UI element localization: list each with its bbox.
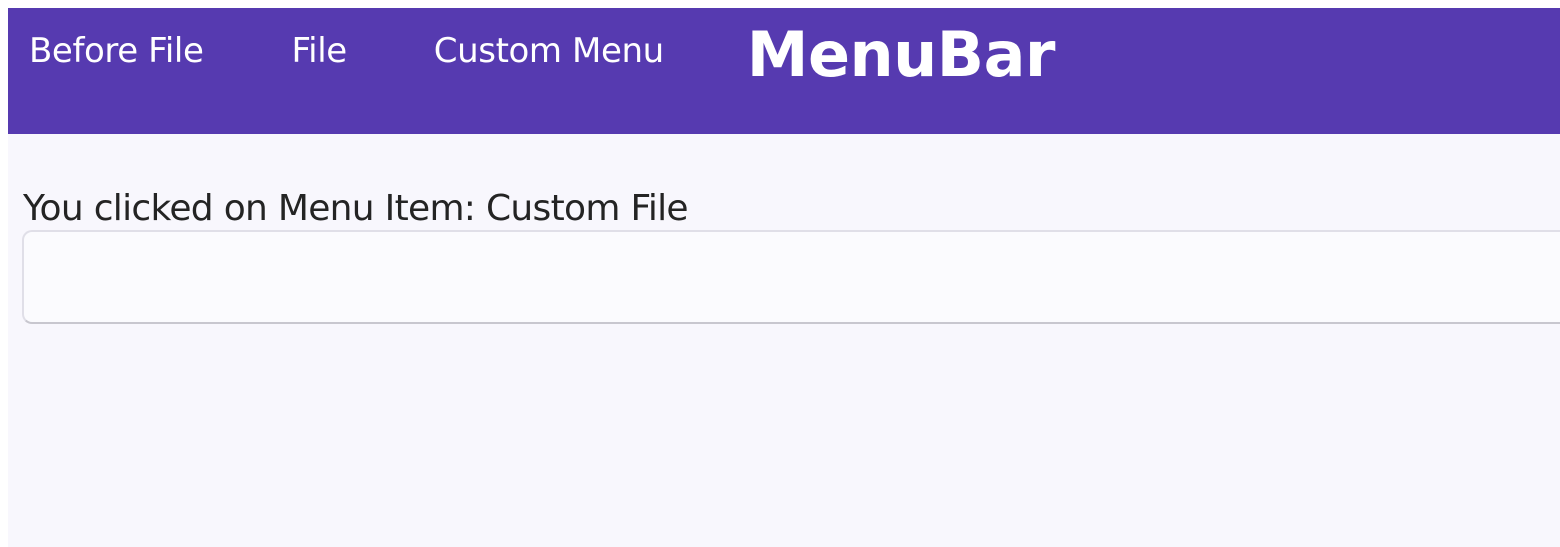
screen: Before File File Custom Menu MenuBar You… xyxy=(0,0,1560,547)
menu-bar: Before File File Custom Menu MenuBar xyxy=(8,8,1560,134)
menu-file[interactable]: File xyxy=(291,8,347,94)
menubar-demo-app: Before File File Custom Menu MenuBar You… xyxy=(8,8,1560,547)
text-input[interactable] xyxy=(22,230,1560,324)
menu-custom-menu[interactable]: Custom Menu xyxy=(434,8,664,94)
clicked-menu-status: You clicked on Menu Item: Custom File xyxy=(23,188,689,229)
menubar-title: MenuBar xyxy=(746,17,1056,91)
menu-before-file[interactable]: Before File xyxy=(29,8,204,94)
